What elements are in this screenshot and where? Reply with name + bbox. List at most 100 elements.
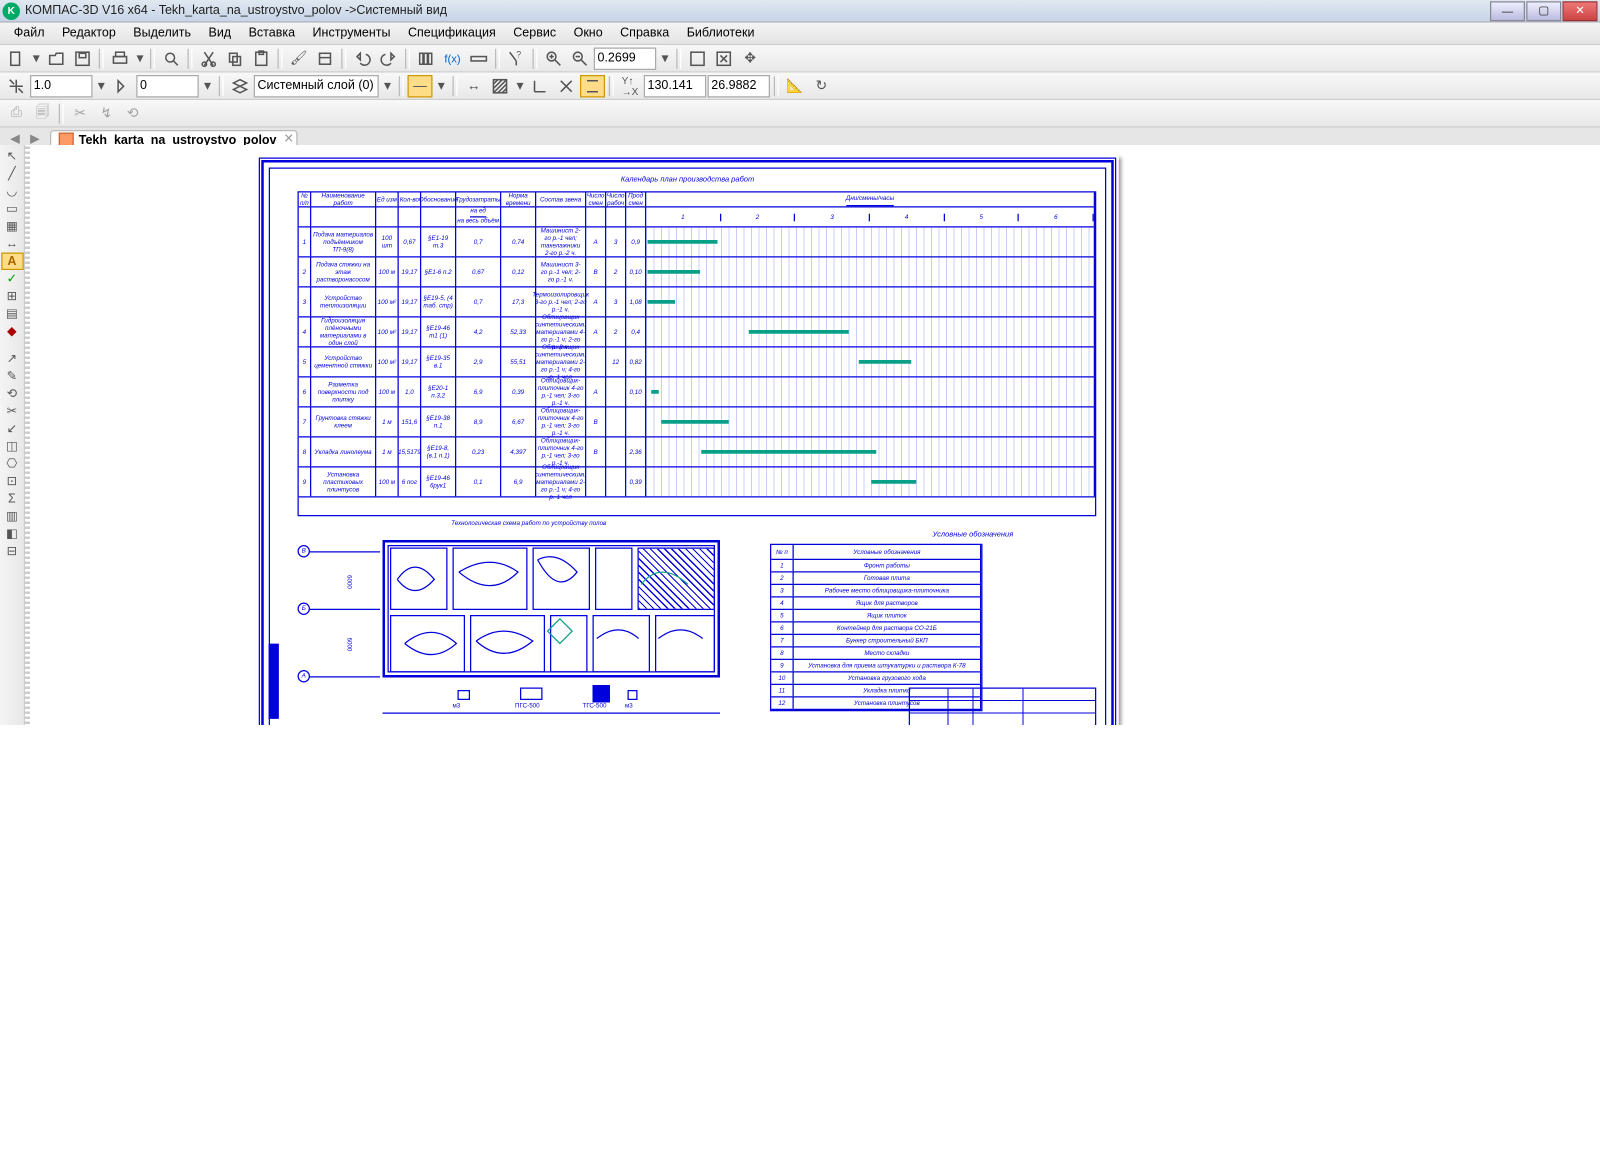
coord-x-field[interactable] xyxy=(644,74,707,97)
zoom-combo[interactable] xyxy=(594,47,657,70)
layers-button[interactable] xyxy=(228,74,253,97)
help-context-button[interactable]: ? xyxy=(504,47,529,70)
menu-service[interactable]: Сервис xyxy=(505,26,565,40)
snap-button[interactable] xyxy=(554,74,579,97)
schedule-row: 3Устройство теплоизоляции100 м²19,17§E19… xyxy=(299,288,1095,318)
menu-spec[interactable]: Спецификация xyxy=(399,26,504,40)
tool-edit-11[interactable]: ◧ xyxy=(1,525,24,543)
ct-3[interactable]: ✂ xyxy=(68,102,93,125)
ruler-button[interactable] xyxy=(466,47,491,70)
ct-1[interactable]: ⎙ xyxy=(4,102,29,125)
tool-rect[interactable]: ▭ xyxy=(1,200,24,218)
layer-dropdown[interactable]: ▾ xyxy=(380,74,395,97)
tool-table[interactable]: ⊞ xyxy=(1,288,24,306)
menu-help[interactable]: Справка xyxy=(611,26,678,40)
menu-insert[interactable]: Вставка xyxy=(240,26,304,40)
ct-2[interactable]: 🗐 xyxy=(30,102,55,125)
tool-edit-12[interactable]: ⊟ xyxy=(1,543,24,561)
open-button[interactable] xyxy=(44,47,69,70)
scale-dropdown[interactable]: ▾ xyxy=(94,74,109,97)
hatch-button[interactable] xyxy=(488,74,513,97)
legend-row: 2Готовая плита xyxy=(771,573,981,586)
new-doc-button[interactable] xyxy=(4,47,29,70)
page-edge-guide xyxy=(25,145,30,779)
drawing-canvas[interactable]: Календарь план производства работ № п/п … xyxy=(25,145,1600,779)
schedule-row: 7Грунтовка стяжки клеем1 м151,6§E19-38 п… xyxy=(299,408,1095,438)
close-button[interactable]: ✕ xyxy=(1563,1,1598,21)
hatch-dropdown[interactable]: ▾ xyxy=(514,74,527,97)
window-title: КОМПАС-3D V16 x64 - Tekh_karta_na_ustroy… xyxy=(25,4,1489,18)
tool-b[interactable]: ◆ xyxy=(1,323,24,341)
menu-window[interactable]: Окно xyxy=(565,26,612,40)
tool-arc[interactable]: ◡ xyxy=(1,183,24,201)
paste-button[interactable] xyxy=(249,47,274,70)
ct-5[interactable]: ⟲ xyxy=(120,102,145,125)
tool-hatch[interactable]: ▦ xyxy=(1,218,24,236)
new-doc-dropdown[interactable]: ▾ xyxy=(30,47,43,70)
zoom-in-button[interactable] xyxy=(541,47,566,70)
scale-combo[interactable] xyxy=(30,74,93,97)
tool-text[interactable]: A xyxy=(1,253,24,271)
coord-button[interactable] xyxy=(528,74,553,97)
preview-button[interactable] xyxy=(159,47,184,70)
menu-edit[interactable]: Редактор xyxy=(53,26,124,40)
coord-y-field[interactable] xyxy=(708,74,771,97)
refresh-button[interactable]: ↻ xyxy=(809,74,834,97)
tool-symbol[interactable]: ✓ xyxy=(1,270,24,288)
tool-edit-5[interactable]: ↙ xyxy=(1,420,24,438)
tool-line[interactable]: ╱ xyxy=(1,165,24,183)
properties-button[interactable] xyxy=(313,47,338,70)
ct-4[interactable]: ↯ xyxy=(94,102,119,125)
schedule-row: 1Подача материалов подъёмником ТП-9(8)10… xyxy=(299,228,1095,258)
copy-button[interactable] xyxy=(223,47,248,70)
print-dropdown[interactable]: ▾ xyxy=(134,47,147,70)
ortho-button[interactable] xyxy=(580,74,605,97)
schedule-row: 2Подача стяжки на этаж растворонасосом10… xyxy=(299,258,1095,288)
zoom-out-button[interactable] xyxy=(568,47,593,70)
schedule-row: 9Установка пластиковых плинтусов100 м6 п… xyxy=(299,468,1095,498)
layer-combo[interactable] xyxy=(254,74,379,97)
zoom-fit-button[interactable] xyxy=(711,47,736,70)
tool-edit-1[interactable]: ↗ xyxy=(1,350,24,368)
zoom-window-button[interactable] xyxy=(685,47,710,70)
format-painter-button[interactable]: 🖌 xyxy=(286,47,311,70)
measure-button[interactable]: 📐 xyxy=(783,74,808,97)
tool-edit-10[interactable]: ▥ xyxy=(1,508,24,526)
pan-button[interactable]: ✥ xyxy=(738,47,763,70)
dimension-button[interactable]: ↔ xyxy=(461,74,486,97)
print-button[interactable] xyxy=(108,47,133,70)
menu-view[interactable]: Вид xyxy=(200,26,240,40)
save-button[interactable] xyxy=(70,47,95,70)
variables-button[interactable]: f(x) xyxy=(440,47,465,70)
menu-libraries[interactable]: Библиотеки xyxy=(678,26,763,40)
tool-edit-2[interactable]: ✎ xyxy=(1,368,24,386)
minimize-button[interactable]: — xyxy=(1490,1,1525,21)
tool-edit-7[interactable]: ⎔ xyxy=(1,455,24,473)
maximize-button[interactable]: ▢ xyxy=(1526,1,1561,21)
undo-button[interactable] xyxy=(350,47,375,70)
tool-edit-8[interactable]: ⊡ xyxy=(1,473,24,491)
tool-dim[interactable]: ↔ xyxy=(1,235,24,253)
step-button[interactable] xyxy=(110,74,135,97)
redo-button[interactable] xyxy=(376,47,401,70)
step-dropdown[interactable]: ▾ xyxy=(200,74,215,97)
legend-row: 10Установка грузового хода xyxy=(771,673,981,686)
menu-select[interactable]: Выделить xyxy=(125,26,200,40)
tool-edit-4[interactable]: ✂ xyxy=(1,403,24,421)
tool-edit-6[interactable]: ◫ xyxy=(1,438,24,456)
tool-edit-9[interactable]: Σ xyxy=(1,490,24,508)
tool-a[interactable]: ▤ xyxy=(1,305,24,323)
menu-file[interactable]: Файл xyxy=(5,26,53,40)
menu-tools[interactable]: Инструменты xyxy=(304,26,399,40)
cut-button[interactable] xyxy=(196,47,221,70)
step-combo[interactable] xyxy=(136,74,199,97)
app-icon: K xyxy=(3,2,21,20)
line-style-button[interactable]: — xyxy=(408,74,433,97)
line-style-dropdown[interactable]: ▾ xyxy=(434,74,449,97)
tool-pointer[interactable]: ↖ xyxy=(1,148,24,166)
tool-edit-3[interactable]: ⟲ xyxy=(1,385,24,403)
drawing-sheet: Календарь план производства работ № п/п … xyxy=(256,155,1119,775)
zoom-dropdown[interactable]: ▾ xyxy=(658,47,673,70)
grid-scale-button[interactable] xyxy=(4,74,29,97)
library-button[interactable] xyxy=(414,47,439,70)
